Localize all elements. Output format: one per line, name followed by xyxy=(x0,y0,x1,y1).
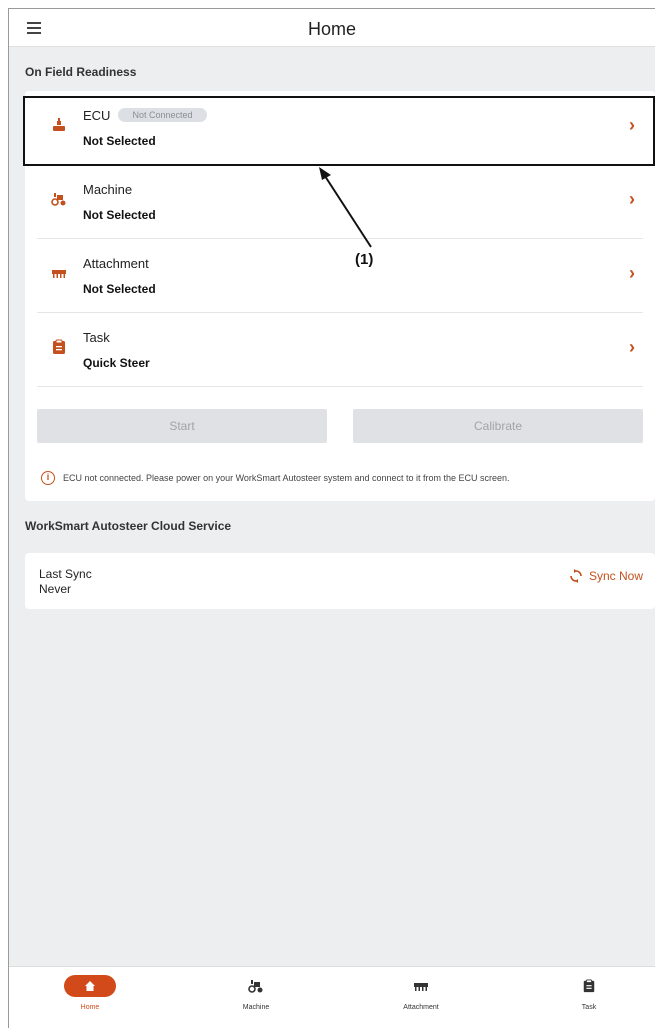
top-bar: Home xyxy=(9,9,655,47)
ecu-icon xyxy=(53,118,65,131)
readiness-section-title: On Field Readiness xyxy=(25,65,137,79)
readiness-row-value: Not Selected xyxy=(83,134,156,148)
nav-task-label: Task xyxy=(581,1004,597,1011)
last-sync-value: Never xyxy=(39,582,72,596)
nav-machine-label: Machine xyxy=(242,1004,270,1011)
nav-home-label: Home xyxy=(80,1004,100,1011)
readiness-row-value: Quick Steer xyxy=(83,356,150,370)
chevron-right-icon: › xyxy=(629,115,635,135)
attachment-icon xyxy=(414,983,428,991)
tractor-icon xyxy=(248,980,263,993)
sync-icon xyxy=(570,569,582,583)
cloud-sync-card: Last Sync Never Sync Now xyxy=(25,553,655,609)
clipboard-icon xyxy=(583,979,595,993)
last-sync-label: Last Sync xyxy=(39,567,92,581)
readiness-row-value: Not Selected xyxy=(83,282,156,296)
attachment-icon xyxy=(52,270,66,278)
start-button[interactable]: Start xyxy=(37,409,327,443)
readiness-row-label: Attachment xyxy=(83,256,149,271)
clipboard-icon xyxy=(53,339,65,354)
info-message-text: ECU not connected. Please power on your … xyxy=(63,473,510,483)
nav-home[interactable]: Home xyxy=(40,975,140,1025)
ecu-label: ECU xyxy=(83,108,111,123)
nav-machine[interactable]: Machine xyxy=(206,975,306,1025)
readiness-row-label: Machine xyxy=(83,182,133,197)
readiness-row-label: ECU Not Connected xyxy=(83,108,207,123)
chevron-right-icon: › xyxy=(629,263,635,283)
chevron-right-icon: › xyxy=(629,189,635,209)
info-icon: i xyxy=(41,471,55,485)
readiness-row-label: Task xyxy=(83,330,110,345)
info-message: i ECU not connected. Please power on you… xyxy=(41,471,510,485)
readiness-row-value: Not Selected xyxy=(83,208,156,222)
cloud-section-title: WorkSmart Autosteer Cloud Service xyxy=(25,519,232,533)
calibrate-button[interactable]: Calibrate xyxy=(353,409,643,443)
sync-now-button[interactable]: Sync Now xyxy=(569,569,643,583)
nav-task[interactable]: Task xyxy=(539,975,639,1025)
page-title: Home xyxy=(307,19,356,39)
tractor-icon xyxy=(51,193,66,206)
chevron-right-icon: › xyxy=(629,337,635,357)
nav-attachment[interactable]: Attachment xyxy=(371,975,471,1025)
sync-now-label: Sync Now xyxy=(588,569,643,583)
nav-attachment-label: Attachment xyxy=(403,1004,439,1011)
callout-arrow xyxy=(319,167,372,248)
callout-label: (1) xyxy=(355,251,374,268)
home-icon xyxy=(85,981,95,991)
bottom-navigation: Home Machine Attachment Task xyxy=(9,966,655,1028)
readiness-row-task[interactable]: Task Quick Steer › xyxy=(37,313,643,387)
readiness-row-ecu[interactable]: ECU Not Connected Not Selected › xyxy=(37,91,643,165)
status-badge: Not Connected xyxy=(118,108,207,122)
app-window: Home On Field Readiness ECU Not Connected… xyxy=(8,8,655,1028)
